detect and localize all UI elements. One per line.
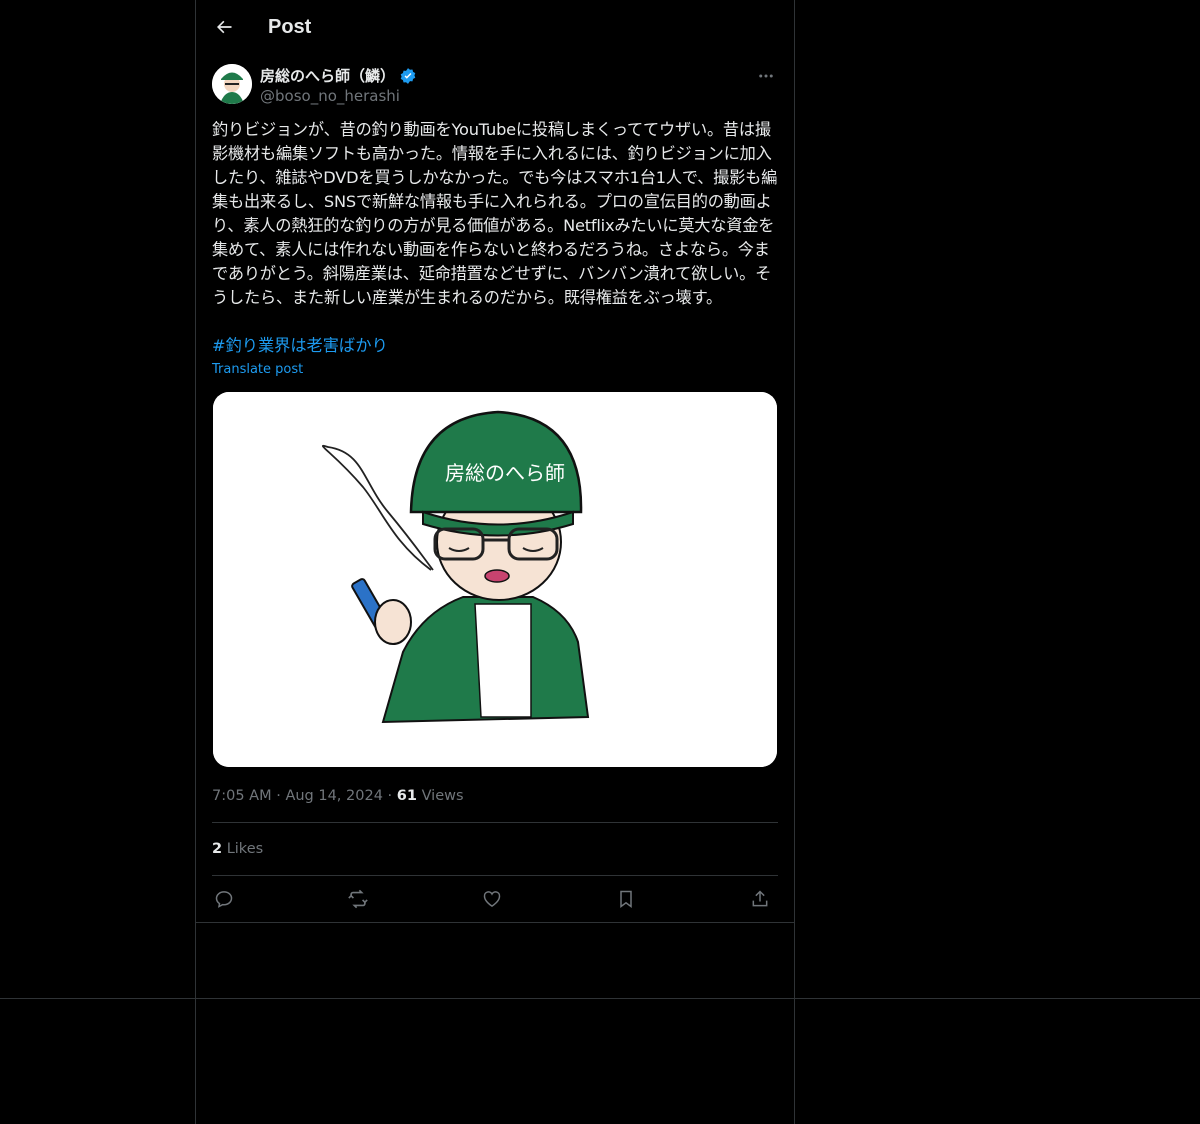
repost-button[interactable] bbox=[346, 887, 370, 911]
meta-separator: · bbox=[387, 788, 393, 804]
more-button[interactable] bbox=[754, 64, 778, 88]
reply-icon bbox=[215, 891, 233, 908]
main-column: Post 房総のへら師（鱗） @boso_no_herashi 釣りビジョンが、… bbox=[195, 0, 795, 1124]
avatar[interactable] bbox=[212, 64, 252, 104]
top-bar: Post bbox=[212, 0, 311, 54]
author-names: 房総のへら師（鱗） @boso_no_herashi bbox=[260, 66, 417, 106]
arrow-left-icon bbox=[217, 20, 232, 34]
reply-button[interactable] bbox=[212, 887, 236, 911]
author-handle[interactable]: @boso_no_herashi bbox=[260, 86, 417, 106]
share-icon bbox=[752, 890, 768, 907]
bookmark-button[interactable] bbox=[614, 887, 638, 911]
display-name-text: 房総のへら師（鱗） bbox=[260, 67, 396, 85]
share-button[interactable] bbox=[748, 887, 772, 911]
action-bar bbox=[212, 887, 778, 911]
likes-label: Likes bbox=[226, 841, 264, 857]
post-text: 釣りビジョンが、昔の釣り動画をYouTubeに投稿しまくっててウザい。昔は撮影機… bbox=[212, 120, 778, 307]
post-time[interactable]: 7:05 AM bbox=[212, 788, 272, 804]
post-meta: 7:05 AM · Aug 14, 2024 · 61 Views bbox=[212, 786, 464, 806]
hashtag-link[interactable]: #釣り業界は老害ばかり bbox=[212, 334, 388, 358]
divider bbox=[212, 822, 778, 823]
page-title: Post bbox=[268, 15, 312, 38]
author-display-name[interactable]: 房総のへら師（鱗） bbox=[260, 66, 417, 86]
likes-summary[interactable]: 2 Likes bbox=[212, 839, 263, 859]
divider bbox=[212, 875, 778, 876]
more-dots-icon bbox=[759, 74, 773, 78]
repost-icon bbox=[348, 889, 368, 909]
post-author: 房総のへら師（鱗） @boso_no_herashi bbox=[212, 64, 778, 108]
views-label: Views bbox=[421, 788, 464, 804]
heart-icon bbox=[483, 891, 501, 907]
post-date[interactable]: Aug 14, 2024 bbox=[285, 788, 383, 804]
likes-count: 2 bbox=[212, 841, 223, 857]
translate-post-link[interactable]: Translate post bbox=[212, 362, 303, 377]
post-bottom-border bbox=[196, 922, 794, 923]
verified-badge-icon bbox=[400, 68, 416, 84]
back-button[interactable] bbox=[212, 15, 236, 39]
post-image[interactable]: 房総のへら師 bbox=[213, 392, 777, 767]
bookmark-icon bbox=[620, 890, 632, 908]
meta-separator: · bbox=[276, 788, 281, 804]
views-count: 61 bbox=[396, 788, 417, 804]
like-button[interactable] bbox=[480, 887, 504, 911]
cap-text: 房総のへら師 bbox=[445, 461, 565, 485]
